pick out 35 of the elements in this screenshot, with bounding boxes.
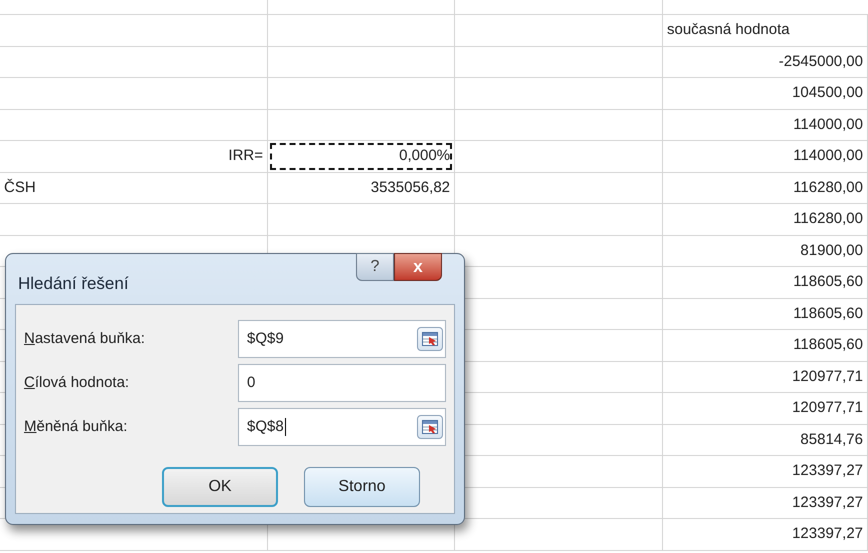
range-picker-button[interactable]: [417, 415, 443, 439]
value-cell-text: 114000,00: [792, 114, 864, 134]
dialog-button[interactable]: Storno: [304, 467, 420, 507]
value-cell-text: 118605,60: [792, 272, 864, 292]
value-cell-text: 120977,71: [791, 366, 864, 386]
value-cell-text: 123397,27: [791, 461, 864, 481]
input-field[interactable]: $Q$8: [238, 408, 446, 446]
label-cell-text: IRR=: [227, 146, 264, 166]
value-cell-text: 104500,00: [791, 83, 864, 103]
value-cell-text: 85814,76: [799, 430, 864, 450]
label-cell-text: ČSH: [3, 178, 37, 198]
dialog-title: Hledání řešení: [18, 272, 129, 294]
value-cell-text: 0,000%: [398, 146, 451, 166]
value-cell-text: 123397,27: [791, 492, 864, 512]
range-picker-button[interactable]: [417, 327, 443, 351]
value-cell-text: 118605,60: [792, 304, 864, 324]
value-cell-text: 81900,00: [799, 240, 864, 260]
value-cell-text: 116280,00: [792, 209, 864, 229]
value-cell-text: 118605,60: [792, 335, 864, 355]
column-header: současná hodnota: [666, 20, 791, 40]
help-button[interactable]: ?: [356, 253, 394, 281]
field-label: Měněná buňka:: [24, 416, 128, 437]
value-cell-text: 3535056,82: [370, 178, 451, 198]
input-field[interactable]: 0: [238, 364, 446, 402]
value-cell-text: 123397,27: [791, 524, 864, 544]
range-select-icon: [422, 420, 438, 434]
range-select-icon: [422, 332, 438, 346]
value-cell-text: -2545000,00: [778, 52, 864, 72]
input-field[interactable]: $Q$9: [238, 320, 446, 358]
value-cell-text: 116280,00: [792, 178, 864, 198]
dialog-button[interactable]: OK: [162, 467, 278, 507]
field-label: Nastavená buňka:: [24, 328, 146, 349]
field-label: Cílová hodnota:: [24, 372, 130, 393]
value-cell-text: 120977,71: [791, 398, 864, 418]
value-cell-text: 114000,00: [792, 146, 864, 166]
